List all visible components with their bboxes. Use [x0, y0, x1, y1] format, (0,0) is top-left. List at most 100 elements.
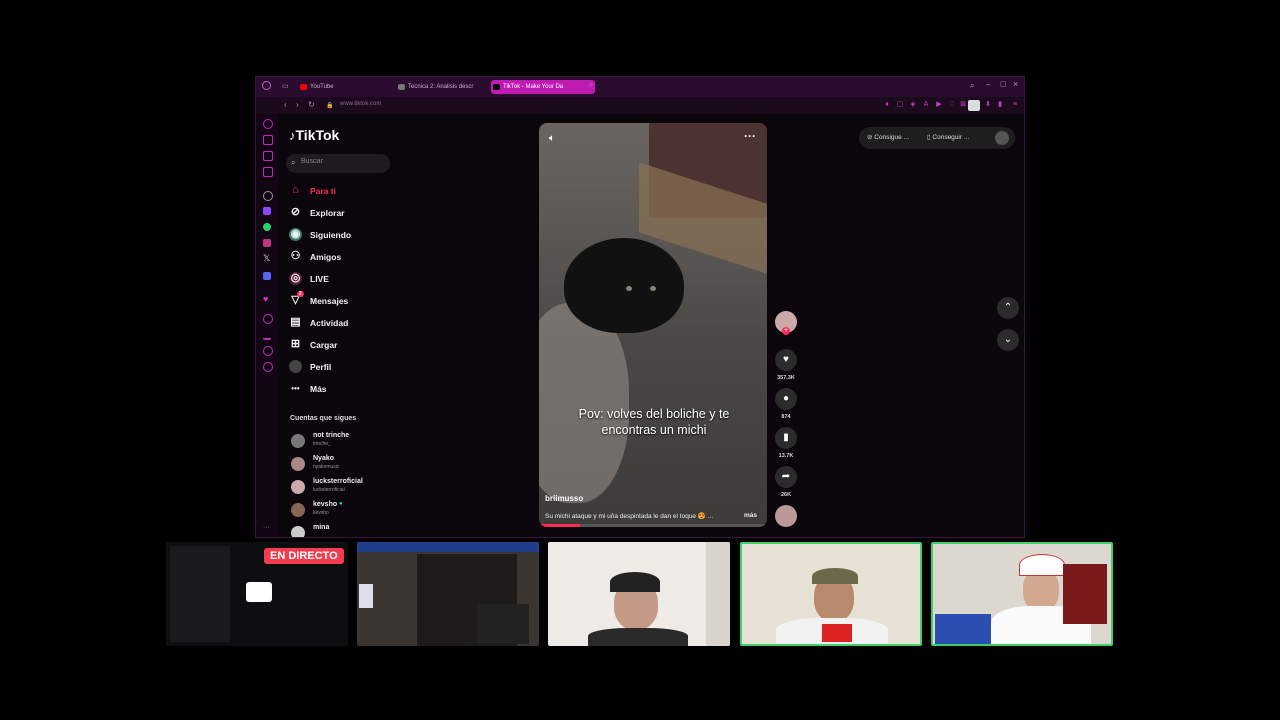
- download-icon[interactable]: ⬇: [984, 101, 992, 109]
- following-account[interactable]: not trinche trinche_: [291, 432, 431, 452]
- favorites-icon[interactable]: ♥: [263, 294, 268, 304]
- nav-live[interactable]: ◎ LIVE: [289, 272, 409, 288]
- play-icon[interactable]: ▶: [935, 101, 943, 109]
- get-app-pill[interactable]: ▯ Conseguir ...: [927, 133, 969, 141]
- avatar: [291, 480, 305, 494]
- avatar: [291, 503, 305, 517]
- opera-sidebar: 𝕏 ♥ ···: [256, 114, 278, 537]
- extensions-icon[interactable]: ⊠: [959, 101, 967, 109]
- tab-tecnica[interactable]: Tecnica 2: Analisis descr: [396, 80, 496, 94]
- nav-cargar[interactable]: ⊞ Cargar: [289, 338, 409, 354]
- twitch-icon[interactable]: [263, 207, 271, 215]
- chatgpt-icon[interactable]: [263, 191, 273, 201]
- forward-icon[interactable]: ›: [296, 100, 299, 109]
- following-account[interactable]: kevsho ● kevsho: [291, 501, 431, 521]
- tiktok-logo[interactable]: ♪TikTok: [289, 127, 339, 143]
- messages-badge: 2: [297, 291, 304, 297]
- aria-icon[interactable]: [263, 119, 273, 129]
- video-progress-bar[interactable]: [539, 524, 767, 527]
- activity-icon: ▤: [290, 316, 301, 328]
- get-coins-pill[interactable]: ⊘ Consigue ...: [867, 133, 909, 141]
- downloads-icon[interactable]: [263, 330, 271, 340]
- profile-avatar[interactable]: [968, 100, 980, 111]
- opera-logo-icon[interactable]: [262, 81, 271, 90]
- next-video-button[interactable]: ⌄: [997, 329, 1019, 351]
- following-account[interactable]: mina: [291, 524, 431, 537]
- menu-icon[interactable]: ≡: [1011, 101, 1019, 109]
- history-icon[interactable]: [263, 314, 273, 324]
- share-button[interactable]: ➦: [775, 466, 797, 488]
- search-tabs-icon[interactable]: ⌕: [970, 81, 974, 91]
- new-tab-button[interactable]: +: [588, 80, 594, 91]
- nav-perfil[interactable]: Perfil: [289, 360, 409, 376]
- bookmark-count: 13.7K: [778, 453, 794, 459]
- battery-icon[interactable]: ▮: [996, 101, 1004, 109]
- camera-feed-5[interactable]: [931, 542, 1113, 646]
- cap: [812, 568, 858, 584]
- bookmark-button[interactable]: ▮: [775, 427, 797, 449]
- wallet-icon[interactable]: [263, 135, 273, 145]
- camera-feed-2[interactable]: [357, 542, 539, 646]
- x-icon[interactable]: 𝕏: [263, 253, 270, 264]
- user-avatar[interactable]: [995, 131, 1009, 145]
- snapshot-icon[interactable]: ▢: [896, 101, 904, 109]
- settings-icon[interactable]: [263, 362, 273, 372]
- share-count: 26K: [780, 492, 792, 498]
- video-player[interactable]: 🔈︎ ··· Pov: volves del boliche y te enco…: [539, 123, 767, 527]
- nav-actividad[interactable]: ▤ Actividad: [289, 316, 409, 332]
- cat-eye: [650, 286, 656, 291]
- calendar-icon[interactable]: [263, 167, 273, 177]
- music-disc[interactable]: [775, 505, 797, 527]
- video-username[interactable]: briimusso: [545, 494, 583, 503]
- nav-siguiendo[interactable]: ◉ Siguiendo: [289, 228, 409, 244]
- discord-icon[interactable]: [263, 272, 271, 280]
- tab-bar: ▭ YouTube Tecnica 2: Analisis descr TikT…: [256, 77, 1024, 97]
- pin-icon[interactable]: ♦: [883, 101, 891, 109]
- video-frame-hand: [539, 303, 629, 503]
- nav-amigos[interactable]: ⚇ Amigos: [289, 250, 409, 266]
- back-icon[interactable]: ‹: [284, 100, 287, 109]
- instagram-icon[interactable]: [263, 239, 271, 247]
- reload-icon[interactable]: ↻: [308, 100, 315, 109]
- previous-video-button[interactable]: ⌃: [997, 297, 1019, 319]
- nav-mensajes[interactable]: ▽ 2 Mensajes: [289, 291, 409, 310]
- shared-screen-preview: [170, 546, 230, 642]
- heart-outline-icon[interactable]: ♡: [948, 101, 956, 109]
- search-input[interactable]: ⌕ Buscar: [286, 154, 390, 173]
- minimize-icon[interactable]: –: [986, 80, 990, 89]
- comment-button[interactable]: ●: [775, 388, 797, 410]
- close-icon[interactable]: ×: [1013, 79, 1018, 89]
- url-field[interactable]: www.tiktok.com: [340, 101, 381, 107]
- tab-tiktok[interactable]: TikTok - Make Your Da: [491, 80, 595, 94]
- document-icon: [398, 84, 405, 90]
- maximize-icon[interactable]: ▢: [1000, 80, 1007, 88]
- video-more-link[interactable]: más: [744, 512, 757, 519]
- comment-icon: ●: [782, 393, 790, 404]
- creator-avatar[interactable]: +: [775, 311, 797, 335]
- nav-mas[interactable]: ••• Más: [289, 382, 409, 398]
- camera-feed-4[interactable]: [740, 542, 922, 646]
- avatar: [291, 526, 305, 537]
- follow-plus-icon[interactable]: +: [782, 327, 790, 335]
- like-button[interactable]: ♥: [775, 349, 797, 371]
- tab-youtube[interactable]: YouTube: [298, 80, 400, 94]
- whatsapp-icon[interactable]: [263, 223, 271, 231]
- nav-para-ti[interactable]: ⌂ Para ti: [289, 184, 409, 200]
- tab-label: YouTube: [310, 84, 334, 90]
- extensions-sidebar-icon[interactable]: [263, 346, 273, 356]
- gamepad-icon[interactable]: [263, 151, 273, 161]
- workspaces-icon[interactable]: ▭: [282, 82, 289, 90]
- following-account[interactable]: Nyako nyakomusic: [291, 455, 431, 475]
- translate-icon[interactable]: A: [922, 101, 930, 109]
- search-icon: ⌕: [291, 158, 296, 167]
- nav-explorar[interactable]: ⊘ Explorar: [289, 206, 409, 222]
- camera-feed-3[interactable]: [548, 542, 730, 646]
- sidebar-more-icon[interactable]: ···: [263, 524, 270, 531]
- shirt-stripe: [822, 624, 852, 642]
- mute-icon[interactable]: 🔈︎: [549, 133, 555, 144]
- heart-icon: ♥: [783, 354, 789, 365]
- video-menu-icon[interactable]: ···: [744, 129, 756, 143]
- shield-icon[interactable]: ◈: [909, 101, 917, 109]
- following-account[interactable]: lucksterroficial lucksterroficial: [291, 478, 431, 498]
- video-description: Su michi ataque y mi uña despintada le d…: [545, 513, 714, 520]
